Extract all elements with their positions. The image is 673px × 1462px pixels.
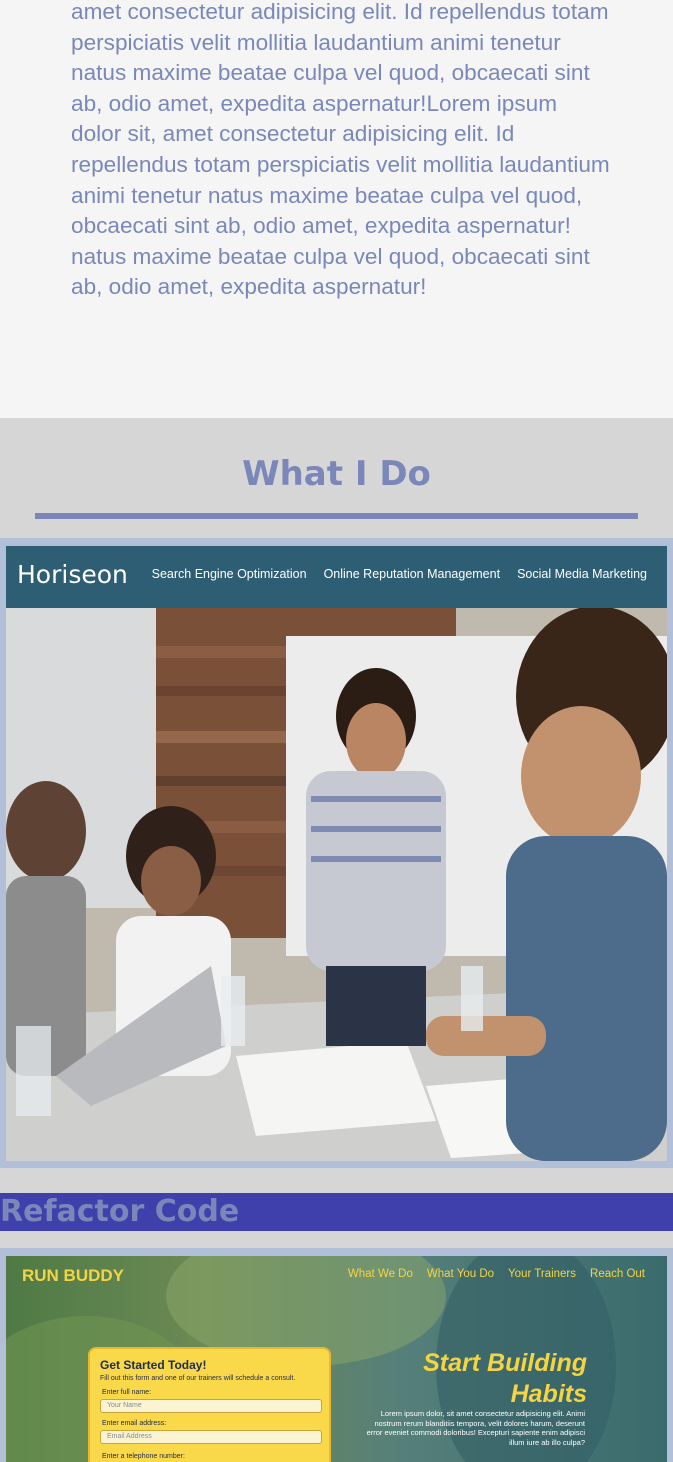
site-nav: What We Do What You Do Your Trainers Rea… [348,1268,645,1280]
email-field: Email Address [100,1430,322,1444]
hero-title: Start Building Habits [423,1348,587,1410]
hero-title-line-1: Start Building [423,1349,587,1377]
nav-link-trainers: Your Trainers [508,1268,577,1280]
project-title: Refactor Code [0,1194,240,1229]
about-text: amet consectetur adipisicing elit. Id re… [71,0,610,300]
nav-link-what-we-do: What We Do [347,1268,413,1280]
nav-link-orm: Online Reputation Management [323,567,501,581]
name-field: Your Name [100,1399,322,1413]
nav-link-reach-out: Reach Out [590,1268,645,1280]
site-header: Horiseon Search Engine Optimization Onli… [6,546,667,608]
section-title: What I Do [242,454,431,494]
office-meeting-photo [6,606,667,1161]
project-title-bar: Refactor Code [0,1193,673,1231]
nav-link-seo: Search Engine Optimization [151,567,307,581]
nav-link-what-you-do: What You Do [426,1268,495,1280]
brand-logo: RUN BUDDY [22,1266,124,1285]
brand-logo: Horiseon [17,560,128,589]
project-screenshot[interactable]: RUN BUDDY What We Do What You Do Your Tr… [6,1256,667,1462]
signup-form: Get Started Today! Fill out this form an… [88,1347,331,1462]
name-label: Enter full name: [102,1389,152,1396]
project-screenshot[interactable]: Horiseon Search Engine Optimization Onli… [6,546,667,1161]
nav-link-smm: Social Media Marketing [517,567,647,581]
hero-title-line-2: Habits [510,1380,587,1408]
what-i-do-header: What I Do [0,418,673,538]
phone-label: Enter a telephone number: [102,1453,185,1460]
form-title: Get Started Today! [100,1358,207,1372]
hero-text: Lorem ipsum dolor, sit amet consectetur … [366,1409,585,1447]
about-section: amet consectetur adipisicing elit. Id re… [0,0,673,418]
project-card-run-buddy[interactable]: RUN BUDDY What We Do What You Do Your Tr… [0,1248,673,1462]
form-subtitle: Fill out this form and one of our traine… [100,1375,296,1382]
email-label: Enter email address: [102,1420,167,1427]
site-nav: Search Engine Optimization Online Reputa… [152,567,647,581]
project-card-horiseon[interactable]: Horiseon Search Engine Optimization Onli… [0,538,673,1168]
section-divider [35,513,638,519]
